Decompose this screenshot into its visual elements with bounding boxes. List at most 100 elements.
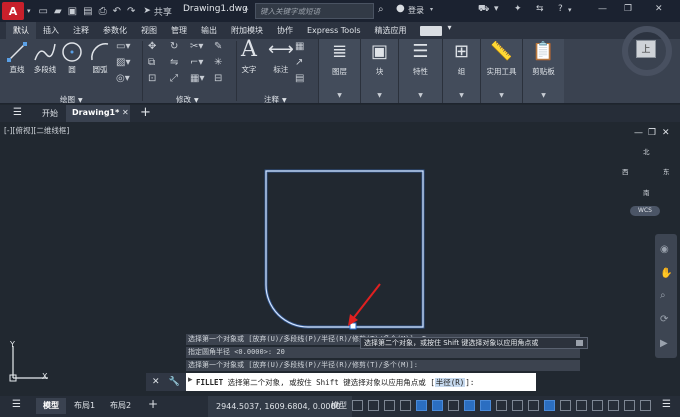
tab-output[interactable]: 输出 <box>194 22 224 39</box>
lineweight-icon[interactable] <box>496 400 507 411</box>
compass-west[interactable]: 西 <box>622 166 629 176</box>
tab-featured-apps[interactable]: 精选应用 <box>368 22 414 39</box>
leader-icon[interactable]: ↗ <box>295 57 303 68</box>
polar-tracking-icon[interactable] <box>432 400 443 411</box>
close-icon[interactable]: ✕ <box>122 108 129 117</box>
ellipse-icon[interactable]: ◎▾ <box>116 73 130 84</box>
restore-icon[interactable]: ❐ <box>648 128 656 138</box>
viewport-controls[interactable]: [-][俯视][二维线框] <box>4 125 69 136</box>
array-icon[interactable]: ▦▾ <box>190 73 204 84</box>
isolate-objects-icon[interactable] <box>624 400 635 411</box>
table-grid-icon[interactable]: ▤ <box>295 73 304 84</box>
text-tool[interactable]: A 文字 <box>241 39 257 75</box>
stretch-icon[interactable]: ⊡ <box>148 73 156 84</box>
rectangle-icon[interactable]: ▭▾ <box>116 41 130 52</box>
wcs-menu[interactable]: WCS <box>630 206 660 216</box>
fillet-icon[interactable]: ⌐▾ <box>190 57 203 68</box>
open-folder-icon[interactable]: ▰ <box>54 6 62 17</box>
share-network-icon[interactable]: ⇆ <box>536 4 544 14</box>
help-icon[interactable]: ? <box>558 4 563 14</box>
tab-insert[interactable]: 插入 <box>36 22 66 39</box>
object-snap-icon[interactable] <box>480 400 491 411</box>
dynamic-input-icon[interactable] <box>400 400 411 411</box>
print-icon[interactable]: ⎙ <box>99 6 107 17</box>
units-icon[interactable] <box>608 400 619 411</box>
ribbon-minimize-toggle[interactable] <box>419 23 452 36</box>
undo-icon[interactable]: ↶ <box>113 6 121 17</box>
orbit-icon[interactable]: ⟳ <box>660 314 668 325</box>
tab-layout1[interactable]: 布局1 <box>74 400 95 411</box>
chevron-down-icon[interactable]: ▾ <box>568 6 572 14</box>
snap-icon[interactable] <box>368 400 379 411</box>
login-link[interactable]: 登录 <box>408 5 424 16</box>
save-icon[interactable]: ▣ <box>68 6 77 17</box>
cart-icon[interactable]: ⛟ <box>478 4 489 15</box>
zoom-icon[interactable]: ⌕ <box>660 290 666 301</box>
new-tab-plus-icon[interactable]: + <box>140 105 151 120</box>
full-navigation-wheel-icon[interactable]: ◉ <box>660 244 669 255</box>
user-icon[interactable]: ● <box>396 3 405 14</box>
object-snap-tracking-icon[interactable] <box>464 400 475 411</box>
grid-icon[interactable] <box>352 400 363 411</box>
block-panel[interactable]: ▣ 块 ▼ <box>360 39 398 103</box>
tab-model[interactable]: 模型 <box>36 398 66 414</box>
selection-cycling-icon[interactable] <box>528 400 539 411</box>
hamburger-menu-icon[interactable]: ☰ <box>13 107 22 118</box>
table-icon[interactable]: ▦ <box>295 41 304 52</box>
tab-collaborate[interactable]: 协作 <box>270 22 300 39</box>
viewcube-top-face[interactable]: 上 <box>636 40 656 58</box>
share-button[interactable]: ➤ 共享 <box>143 5 172 18</box>
3d-object-snap-icon[interactable] <box>544 400 555 411</box>
customization-menu-icon[interactable]: ☰ <box>662 399 671 410</box>
command-prompt-icon[interactable]: ▸ <box>188 375 193 385</box>
model-space-toggle[interactable]: 模型 <box>331 400 347 411</box>
search-icon[interactable]: ⌕ <box>378 4 384 15</box>
polyline-tool[interactable]: 多段线 <box>32 40 58 75</box>
clean-screen-icon[interactable] <box>640 400 651 411</box>
exchange-icon[interactable]: ✦ <box>514 4 522 14</box>
hatch-icon[interactable]: ▨▾ <box>116 57 130 68</box>
tab-annotate[interactable]: 注释 <box>66 22 96 39</box>
chevron-down-icon[interactable]: ▾ <box>430 6 433 13</box>
new-file-icon[interactable]: ▭ <box>39 6 48 17</box>
minimize-icon[interactable]: — <box>598 4 607 14</box>
tab-parametric[interactable]: 参数化 <box>96 22 134 39</box>
draw-panel-label[interactable]: 绘图 ▼ <box>60 94 83 105</box>
close-icon[interactable]: ✕ <box>662 128 670 138</box>
isodraft-icon[interactable] <box>448 400 459 411</box>
chevron-down-icon[interactable]: ▾ <box>494 4 499 14</box>
minimize-icon[interactable]: — <box>634 128 643 138</box>
close-icon[interactable]: ✕ <box>655 4 663 14</box>
rotate-icon[interactable]: ↻ <box>170 41 178 52</box>
restore-icon[interactable]: ❐ <box>624 4 632 14</box>
tab-drawing1[interactable]: Drawing1* <box>66 105 130 122</box>
properties-panel[interactable]: ☰ 特性 ▼ <box>398 39 442 103</box>
circle-tool[interactable]: 圆 <box>60 40 84 75</box>
tab-start[interactable]: 开始 <box>42 108 58 119</box>
redo-icon[interactable]: ↷ <box>127 6 135 17</box>
scale-icon[interactable]: ⤢ <box>170 73 178 84</box>
workspace-gear-icon[interactable] <box>576 400 587 411</box>
chevron-right-icon[interactable]: ▸ <box>245 5 249 13</box>
hamburger-menu-icon[interactable]: ☰ <box>12 399 21 410</box>
compass-north[interactable]: 北 <box>643 146 650 156</box>
group-panel[interactable]: ⊞ 组 ▼ <box>442 39 480 103</box>
line-tool[interactable]: 直线 <box>6 40 28 75</box>
search-input[interactable]: 键入关键字或短语 <box>255 3 374 19</box>
save-as-icon[interactable]: ▤ <box>83 6 92 17</box>
modify-panel-label[interactable]: 修改 ▼ <box>176 94 199 105</box>
pan-hand-icon[interactable]: ✋ <box>660 268 672 279</box>
chevron-down-icon[interactable]: ▾ <box>27 7 31 15</box>
customize-wrench-icon[interactable]: 🔧 <box>169 377 180 387</box>
add-layout-plus-icon[interactable]: + <box>148 397 158 411</box>
tab-default[interactable]: 默认 <box>6 22 36 39</box>
copy-icon[interactable]: ⧉ <box>148 57 155 68</box>
arc-tool[interactable]: 圆弧 <box>88 40 112 75</box>
layers-panel[interactable]: ≣ 图层 ▼ <box>318 39 360 103</box>
tab-express-tools[interactable]: Express Tools <box>300 22 368 39</box>
compass-south[interactable]: 南 <box>643 187 650 197</box>
tab-layout2[interactable]: 布局2 <box>110 400 131 411</box>
mirror-icon[interactable]: ⇋ <box>170 57 178 68</box>
annotation-panel-label[interactable]: 注释 ▼ <box>264 94 287 105</box>
tab-manage[interactable]: 管理 <box>164 22 194 39</box>
